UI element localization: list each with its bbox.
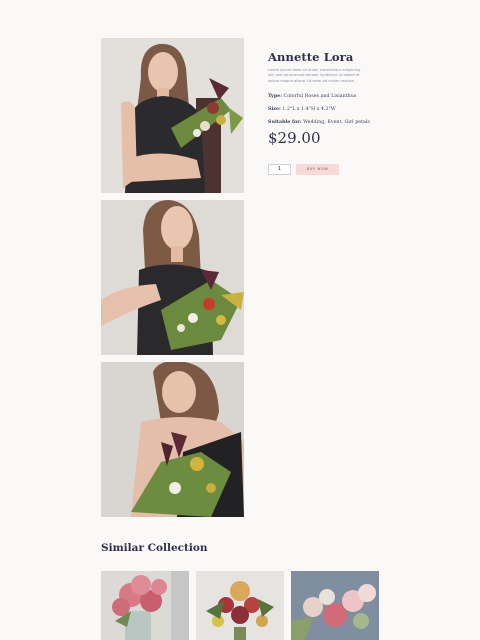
product-title: Annette Lora [268,50,354,64]
spec-size-label: Size: [268,106,281,113]
similar-item-3-image [291,571,379,640]
product-photo-1[interactable] [101,38,244,193]
spec-size: Size: 1.2"L x 1.4"H x 4.2"W [268,106,363,112]
product-photo-2[interactable] [101,200,244,355]
spec-suitable-label: Suitable for: [268,119,302,126]
similar-collection-title: Similar Collection [101,542,208,554]
product-info: Annette Lora Lorem ipsum dolor sit amet,… [268,50,370,132]
product-description: Lorem ipsum dolor sit amet, consectetur … [268,68,361,83]
spec-type-label: Type: [268,93,283,100]
spec-suitable-value: Wedding, Event, Girl petals [303,120,370,126]
photo-1-image [101,38,244,193]
similar-item-1-image [101,571,189,640]
spec-type-value: Colorful Roses and Lisianthus [283,94,357,100]
quantity-input[interactable]: 1 [268,164,291,175]
spec-suitable: Suitable for: Wedding, Event, Girl petal… [268,119,370,126]
buy-now-button[interactable]: BUY NOW [296,164,339,175]
similar-item-2[interactable] [196,571,284,640]
product-price: $29.00 [268,129,321,147]
similar-item-3[interactable] [291,571,379,640]
photo-2-image [101,200,244,355]
similar-item-2-image [196,571,284,640]
similar-item-1[interactable] [101,571,189,640]
spec-type: Type: Colorful Roses and Lisianthus [268,93,363,99]
product-photo-3[interactable] [101,362,244,517]
photo-3-image [101,362,244,517]
spec-size-value: 1.2"L x 1.4"H x 4.2"W [282,107,336,113]
